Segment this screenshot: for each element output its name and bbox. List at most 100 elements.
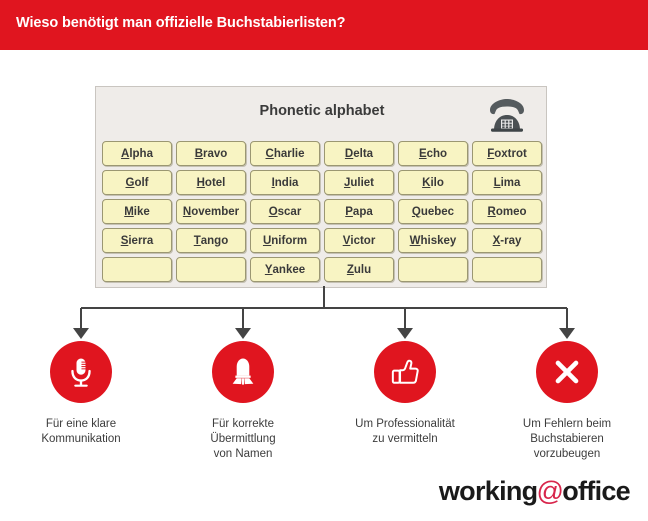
alphabet-cell-rest: hiskey [420, 234, 457, 247]
reason-icon-circle [212, 341, 274, 403]
alphabet-cell: Tango [176, 228, 246, 253]
telephone-icon [484, 97, 530, 133]
alphabet-cell-rest: ima [500, 176, 521, 189]
reason-caption: Um Professionalität zu vermitteln [355, 418, 455, 445]
reason-icon-circle [50, 341, 112, 403]
alphabet-cell-rest: scar [277, 205, 302, 218]
alphabet-cell: Whiskey [398, 228, 468, 253]
alphabet-cell: Delta [324, 141, 394, 166]
thumbs-up-icon [387, 354, 423, 390]
header-bar: Wieso benötigt man offizielle Buchstabie… [0, 0, 648, 50]
alphabet-grid: Alpha Bravo Charlie Delta Echo Foxtrot Golf Hot… [102, 141, 542, 282]
alphabet-cell-initial: P [345, 205, 353, 218]
alphabet-cell-initial: Q [411, 205, 421, 218]
alphabet-cell: Lima [472, 170, 542, 195]
alphabet-cell-rest: -ray [500, 234, 522, 247]
bell-icon [225, 354, 261, 390]
alphabet-cell-initial: C [265, 147, 274, 160]
alphabet-cell-initial: E [418, 147, 427, 160]
alphabet-cell-initial: W [409, 234, 421, 247]
alphabet-cell-initial: F [487, 147, 495, 160]
reason-caption: Für eine klare Kommunikation [41, 418, 121, 445]
alphabet-cell-initial: K [422, 176, 431, 189]
alphabet-cell: Juliet [324, 170, 394, 195]
alphabet-cell-rest: ndia [274, 176, 299, 189]
alphabet-cell-rest: ravo [203, 147, 228, 160]
alphabet-cell-rest: ovember [191, 205, 240, 218]
alphabet-cell-empty [398, 257, 468, 282]
alphabet-cell-initial: X [492, 234, 501, 247]
alphabet-cell-initial: B [194, 147, 203, 160]
connector-lines [73, 286, 575, 339]
alphabet-cell-rest: otel [204, 176, 226, 189]
alphabet-cell-rest: oxtrot [494, 147, 527, 160]
alphabet-cell-rest: ierra [128, 234, 154, 247]
alphabet-cell: Oscar [250, 199, 320, 224]
alphabet-cell-initial: G [125, 176, 135, 189]
alphabet-cell: Hotel [176, 170, 246, 195]
alphabet-cell-rest: ictor [350, 234, 376, 247]
reason-item-correct-name-transmission: Für korrekte Übermittlung von Namen [162, 341, 324, 462]
alphabet-cell: X -ray [472, 228, 542, 253]
alphabet-cell: Echo [398, 141, 468, 166]
reason-item-clear-communication: Für eine klare Kommunikation [0, 341, 162, 462]
alphabet-cell: Alpha [102, 141, 172, 166]
alphabet-cell: Sierra [102, 228, 172, 253]
reason-item-avoid-spelling-errors: Um Fehlern beim Buchstabieren vorzubeuge… [486, 341, 648, 462]
alphabet-cell: Uniform [250, 228, 320, 253]
alphabet-cell-initial: L [493, 176, 501, 189]
phonetic-alphabet-panel: Phonetic alphabet AlphaBravoCharlieD [95, 86, 547, 288]
alphabet-cell-rest: ilo [430, 176, 444, 189]
alphabet-cell: Mike [102, 199, 172, 224]
reason-icon-circle [536, 341, 598, 403]
alphabet-cell-initial: H [196, 176, 205, 189]
alphabet-cell-rest: ulu [353, 263, 372, 276]
alphabet-cell: Charlie [250, 141, 320, 166]
alphabet-cell-rest: ankee [272, 263, 306, 276]
alphabet-cell-rest: lpha [129, 147, 153, 160]
reason-item-professionalism: Um Professionalität zu vermitteln [324, 341, 486, 462]
alphabet-cell-rest: ike [133, 205, 150, 218]
alphabet-cell: Zulu [324, 257, 394, 282]
alphabet-cell: Bravo [176, 141, 246, 166]
alphabet-cell: Golf [102, 170, 172, 195]
page-title: Wieso benötigt man offizielle Buchstabie… [16, 15, 346, 31]
alphabet-cell: Yankee [250, 257, 320, 282]
alphabet-cell-initial: A [121, 147, 130, 160]
alphabet-cell-initial: U [262, 234, 272, 247]
alphabet-cell-rest: apa [352, 205, 373, 218]
alphabet-cell-initial: T [193, 234, 201, 247]
alphabet-cell: Romeo [472, 199, 542, 224]
alphabet-cell-rest: omeo [495, 205, 527, 218]
alphabet-cell-rest: uebec [420, 205, 455, 218]
logo-part-working: working [438, 476, 538, 506]
alphabet-cell-initial: N [182, 205, 192, 218]
reason-caption: Für korrekte Übermittlung von Namen [210, 418, 276, 460]
alphabet-cell-empty [472, 257, 542, 282]
alphabet-cell-rest: ango [200, 234, 229, 247]
logo-at-symbol: @ [536, 476, 564, 506]
alphabet-cell-initial: S [120, 234, 129, 247]
alphabet-cell-initial: Z [346, 263, 354, 276]
panel-title: Phonetic alphabet [259, 103, 385, 119]
alphabet-cell-empty [102, 257, 172, 282]
alphabet-cell-rest: niform [271, 234, 308, 247]
microphone-icon [63, 354, 99, 390]
reasons-row: Für eine klare Kommunikation Für korrekt… [0, 341, 648, 462]
alphabet-cell-initial: O [268, 205, 278, 218]
logo-part-office: office [562, 476, 631, 506]
cross-icon [549, 354, 585, 390]
alphabet-cell-initial: Y [264, 263, 273, 276]
alphabet-cell: Foxtrot [472, 141, 542, 166]
alphabet-cell-rest: cho [426, 147, 448, 160]
alphabet-cell-initial: R [487, 205, 496, 218]
alphabet-cell: Victor [324, 228, 394, 253]
alphabet-cell-rest: elta [353, 147, 374, 160]
reason-icon-circle [374, 341, 436, 403]
alphabet-cell: India [250, 170, 320, 195]
alphabet-cell: Kilo [398, 170, 468, 195]
alphabet-cell-initial: D [344, 147, 354, 160]
reason-caption: Um Fehlern beim Buchstabieren vorzubeuge… [522, 418, 612, 460]
brand-logo: working @ office [438, 476, 631, 506]
alphabet-cell-initial: V [342, 234, 351, 247]
